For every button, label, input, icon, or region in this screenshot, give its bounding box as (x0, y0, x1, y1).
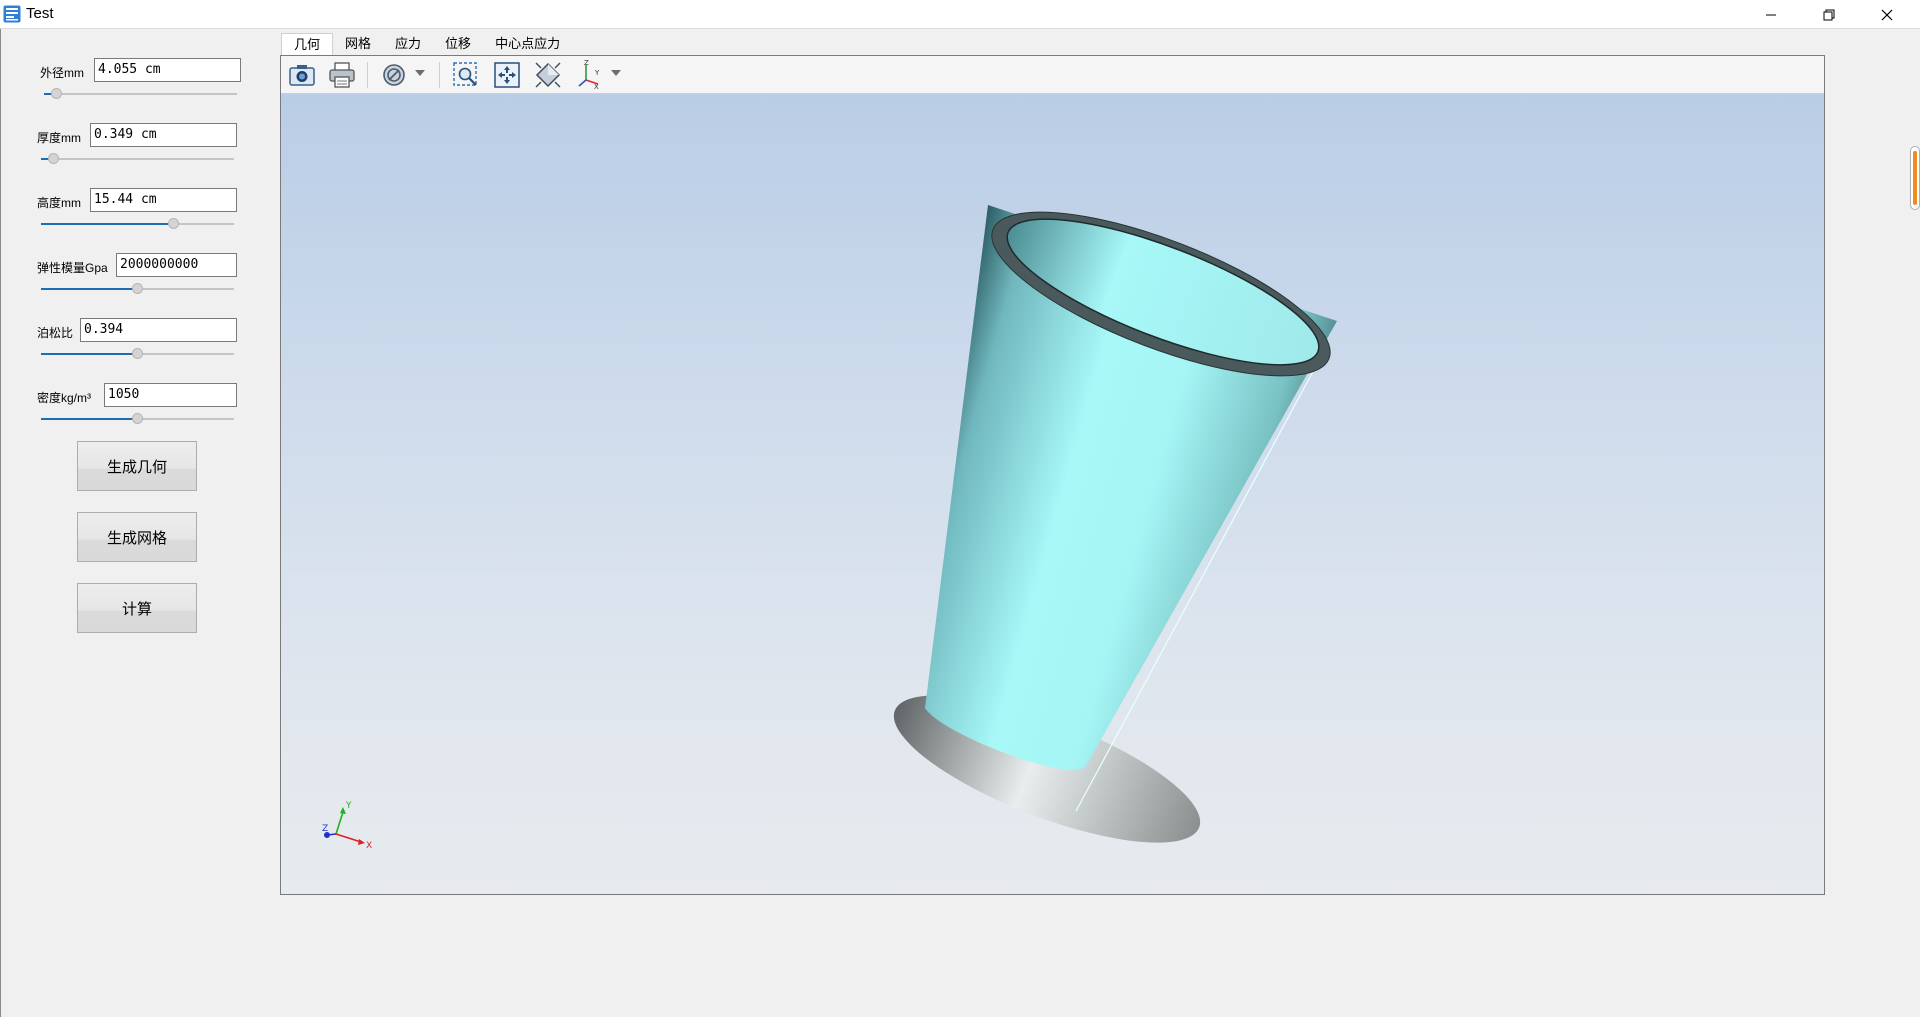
slider-handle[interactable] (48, 153, 59, 164)
axis-z-letter: Z (584, 60, 589, 67)
toolbar-separator (367, 62, 368, 88)
poisson-ratio-slider[interactable] (41, 347, 234, 361)
window-title: Test (26, 5, 54, 22)
axes-orientation-button[interactable]: Z Y X (574, 60, 606, 90)
height-input[interactable]: 15.44 cm (90, 188, 237, 212)
display-mode-icon (383, 64, 405, 86)
density-input[interactable]: 1050 (104, 383, 237, 407)
poisson-ratio-label: 泊松比 (37, 326, 74, 340)
app-icon (3, 5, 21, 23)
triad-x-label: X (366, 841, 372, 851)
side-scroll-indicator[interactable] (1910, 146, 1920, 210)
chevron-down-icon[interactable] (415, 68, 425, 78)
triad-y-label: Y (345, 801, 352, 811)
view-tabs: 几何 网格 应力 位移 中心点应力 (281, 33, 572, 55)
camera-icon (289, 65, 315, 86)
slider-handle[interactable] (168, 218, 179, 229)
fit-all-button[interactable] (491, 61, 523, 89)
thickness-label: 厚度mm (37, 131, 81, 145)
scroll-indicator-bar (1913, 151, 1917, 205)
screenshot-button[interactable] (286, 61, 318, 89)
generate-mesh-button[interactable]: 生成网格 (77, 512, 197, 562)
elastic-modulus-input[interactable]: 2000000000 (116, 253, 237, 277)
height-label: 高度mm (37, 196, 81, 210)
title-bar: Test (0, 0, 1920, 29)
cylinder-model[interactable] (281, 94, 1824, 894)
axes-orientation-icon: Z Y X (578, 60, 600, 90)
minimize-button[interactable] (1742, 0, 1800, 29)
display-mode-button[interactable] (378, 61, 410, 89)
slider-fill (41, 353, 137, 355)
axis-y-letter: Y (594, 69, 600, 77)
slider-fill (41, 288, 137, 290)
elastic-modulus-slider[interactable] (41, 282, 234, 296)
view-icon (535, 62, 561, 88)
zoom-window-icon (453, 62, 477, 86)
slider-handle[interactable] (51, 88, 62, 99)
viewer-toolbar: Z Y X (281, 56, 1824, 94)
thickness-input[interactable]: 0.349 cm (90, 123, 237, 147)
fit-all-icon (494, 62, 520, 88)
viewer-scene[interactable]: Y X Z (281, 94, 1824, 894)
thickness-slider[interactable] (41, 152, 234, 166)
close-icon (1881, 9, 1893, 20)
axis-x-letter: X (594, 83, 599, 90)
tab-stress[interactable]: 应力 (383, 33, 433, 55)
slider-fill (41, 223, 173, 225)
axis-triad: Y X Z (322, 801, 372, 851)
view-button[interactable] (532, 61, 564, 89)
poisson-ratio-input[interactable]: 0.394 (80, 318, 237, 342)
tab-geometry[interactable]: 几何 (281, 33, 334, 55)
tab-center-stress[interactable]: 中心点应力 (483, 33, 572, 55)
height-slider[interactable] (41, 217, 234, 231)
print-icon (329, 62, 355, 88)
generate-geometry-button[interactable]: 生成几何 (77, 441, 197, 491)
toolbar-separator (439, 62, 440, 88)
tab-mesh[interactable]: 网格 (333, 33, 383, 55)
outer-diameter-label: 外径mm (40, 66, 84, 80)
3d-viewer: Z Y X Y X Z (280, 55, 1825, 895)
density-slider[interactable] (41, 412, 234, 426)
density-label: 密度kg/m³ (37, 391, 92, 405)
minimize-icon (1766, 14, 1776, 15)
chevron-down-icon[interactable] (611, 68, 621, 78)
zoom-window-button[interactable] (450, 61, 482, 89)
slider-handle[interactable] (132, 348, 143, 359)
triad-z-label: Z (322, 824, 328, 834)
slider-handle[interactable] (132, 283, 143, 294)
outer-diameter-slider[interactable] (44, 87, 237, 101)
restore-icon (1823, 9, 1835, 20)
slider-fill (41, 418, 137, 420)
slider-track (44, 93, 237, 95)
compute-button[interactable]: 计算 (77, 583, 197, 633)
tab-displacement[interactable]: 位移 (433, 33, 483, 55)
slider-track (41, 158, 234, 160)
elastic-modulus-label: 弹性模量Gpa (37, 261, 108, 275)
restore-button[interactable] (1800, 0, 1858, 29)
close-button[interactable] (1858, 0, 1916, 29)
slider-handle[interactable] (132, 413, 143, 424)
outer-diameter-input[interactable]: 4.055 cm (94, 58, 241, 82)
print-button[interactable] (326, 61, 358, 89)
